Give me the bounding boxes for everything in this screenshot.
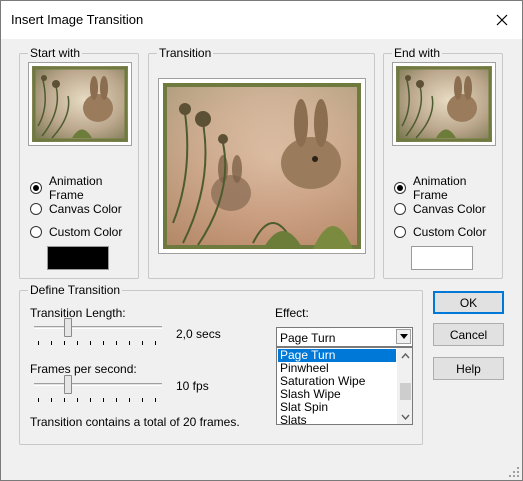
effect-selected-value: Page Turn	[280, 331, 336, 345]
effect-label: Effect:	[275, 306, 309, 320]
transition-length-ticks	[34, 341, 162, 345]
chevron-up-icon	[401, 352, 410, 358]
transition-length-thumb[interactable]	[64, 318, 72, 337]
effect-option-slats[interactable]: Slats	[278, 414, 396, 425]
frames-per-second-ticks	[34, 398, 162, 402]
frames-per-second-value: 10 fps	[176, 379, 209, 393]
end-animation-frame-radio[interactable]	[394, 182, 406, 194]
start-custom-color-radio[interactable]	[30, 226, 42, 238]
start-canvas-color-label: Canvas Color	[49, 202, 122, 216]
effect-list[interactable]: Page Turn Pinwheel Saturation Wipe Slash…	[276, 347, 413, 425]
start-custom-color-swatch[interactable]	[47, 246, 109, 270]
cancel-button[interactable]: Cancel	[433, 323, 504, 346]
end-frame-thumbnail	[392, 62, 496, 146]
end-with-label: End with	[392, 46, 443, 60]
end-custom-color-swatch[interactable]	[411, 246, 473, 270]
start-animation-frame-radio[interactable]	[30, 182, 42, 194]
window-title: Insert Image Transition	[11, 12, 144, 27]
insert-image-transition-dialog: Insert Image Transition Start with Anima…	[0, 0, 523, 481]
start-canvas-color-option[interactable]: Canvas Color	[30, 201, 122, 217]
transition-label: Transition	[157, 46, 214, 60]
transition-length-slider[interactable]	[34, 318, 162, 350]
resize-grip-icon[interactable]	[508, 466, 520, 478]
start-animation-frame-label: Animation Frame	[49, 174, 103, 202]
frames-summary: Transition contains a total of 20 frames…	[30, 415, 240, 429]
end-custom-color-label: Custom Color	[413, 225, 487, 239]
scroll-thumb[interactable]	[400, 383, 411, 400]
end-canvas-color-option[interactable]: Canvas Color	[394, 201, 486, 217]
end-custom-color-radio[interactable]	[394, 226, 406, 238]
close-icon	[496, 14, 508, 26]
chevron-down-icon	[399, 334, 408, 339]
start-with-group: Start with Animation Frame Canvas Color …	[19, 46, 139, 279]
effect-dropdown[interactable]: Page Turn	[276, 327, 413, 347]
end-canvas-color-label: Canvas Color	[413, 202, 486, 216]
start-with-label: Start with	[28, 46, 83, 60]
end-custom-color-option[interactable]: Custom Color	[394, 224, 486, 240]
end-with-group: End with Animation Frame Canvas Color Cu…	[383, 46, 503, 279]
start-animation-frame-option[interactable]: Animation Frame	[30, 174, 138, 202]
ok-button[interactable]: OK	[433, 291, 504, 314]
effect-dropdown-button[interactable]	[396, 329, 411, 344]
start-canvas-color-radio[interactable]	[30, 203, 42, 215]
define-transition-group: Define Transition Transition Length: 2,0…	[19, 283, 423, 445]
end-animation-frame-option[interactable]: Animation Frame	[394, 174, 502, 202]
chevron-down-icon	[401, 414, 410, 420]
frames-per-second-track	[34, 383, 162, 386]
frames-per-second-thumb[interactable]	[64, 375, 72, 394]
frames-per-second-slider[interactable]	[34, 375, 162, 407]
help-button[interactable]: Help	[433, 357, 504, 380]
transition-preview	[158, 78, 366, 254]
scroll-up-button[interactable]	[398, 348, 412, 363]
start-custom-color-option[interactable]: Custom Color	[30, 224, 122, 240]
end-canvas-color-radio[interactable]	[394, 203, 406, 215]
define-transition-label: Define Transition	[28, 283, 123, 297]
transition-group: Transition	[148, 46, 375, 279]
end-animation-frame-label: Animation Frame	[413, 174, 467, 202]
effect-list-scrollbar[interactable]	[397, 348, 412, 424]
start-custom-color-label: Custom Color	[49, 225, 123, 239]
title-bar: Insert Image Transition	[1, 1, 522, 39]
start-frame-thumbnail	[28, 62, 132, 146]
transition-length-track	[34, 326, 162, 329]
close-button[interactable]	[488, 7, 516, 33]
scroll-down-button[interactable]	[398, 409, 412, 424]
frames-per-second-label: Frames per second:	[30, 362, 137, 376]
transition-length-value: 2,0 secs	[176, 327, 221, 341]
